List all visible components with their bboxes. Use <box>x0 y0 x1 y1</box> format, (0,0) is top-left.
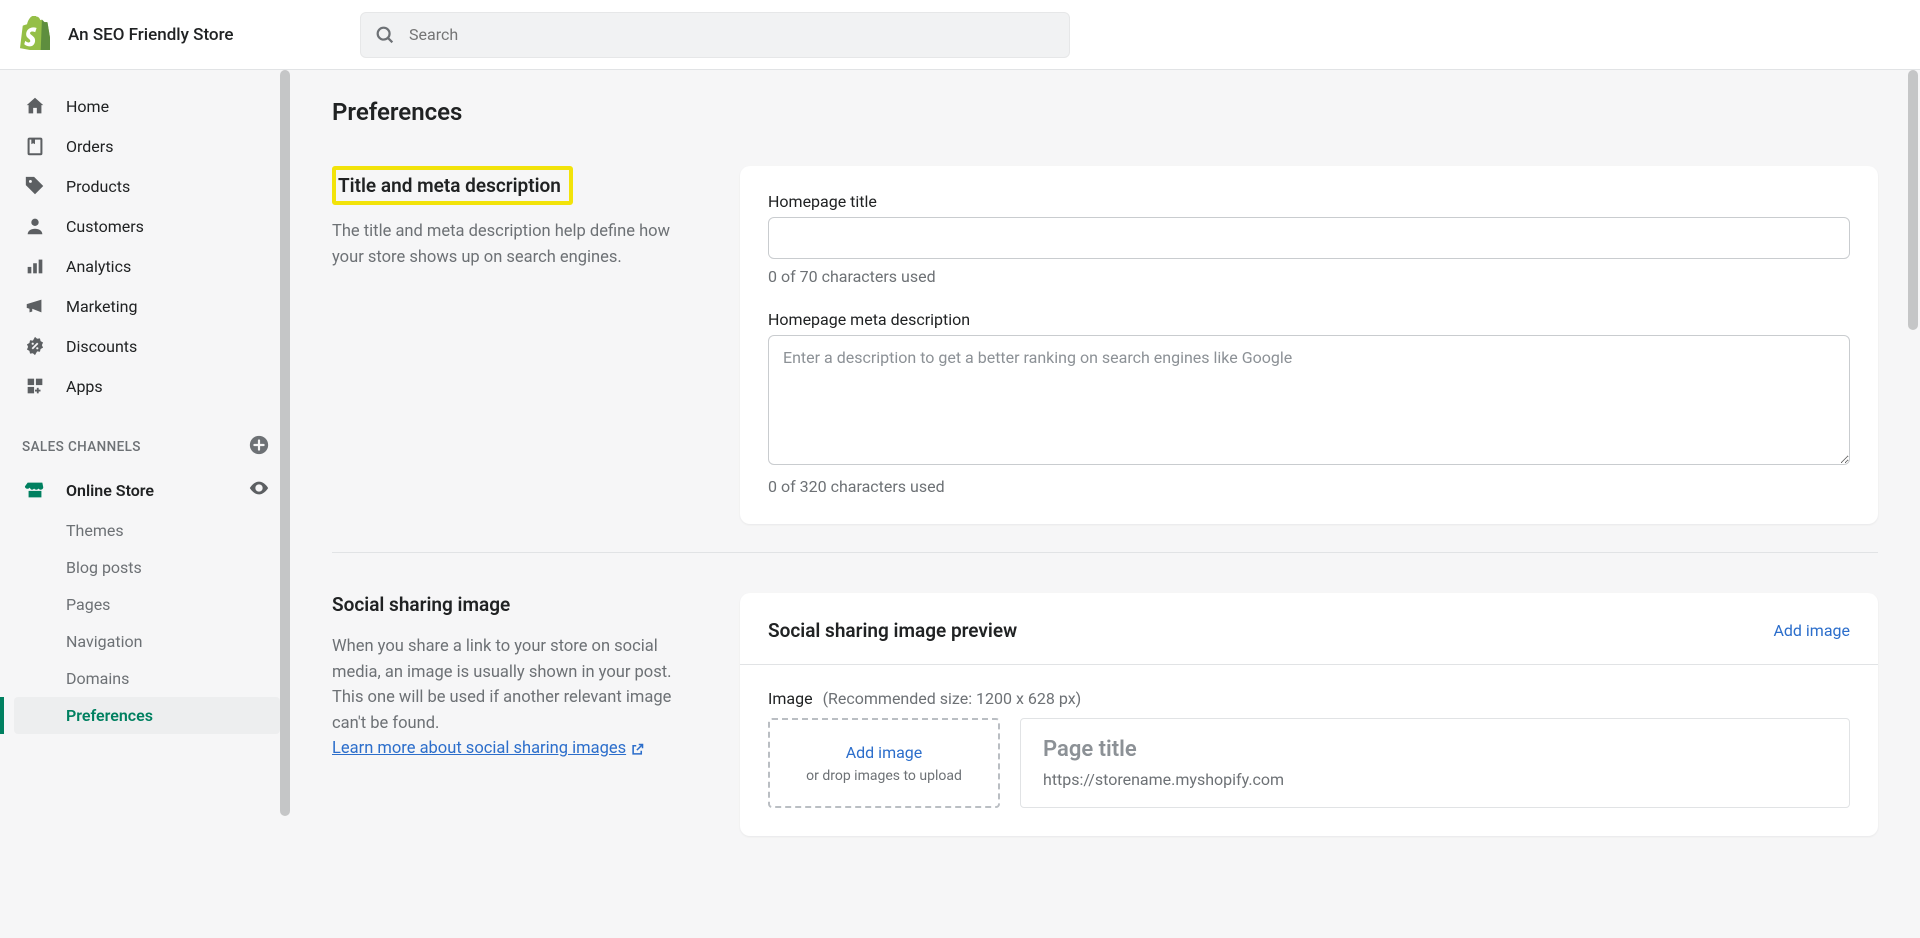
card-header-row: Social sharing image preview Add image <box>768 619 1850 642</box>
section-desc: The title and meta description help defi… <box>332 219 692 270</box>
image-dropzone[interactable]: Add image or drop images to upload <box>768 718 1000 808</box>
sidebar-item-label: Customers <box>66 217 144 236</box>
preview-url: https://storename.myshopify.com <box>1043 770 1827 789</box>
sidebar-item-label: Marketing <box>66 297 137 316</box>
sidebar-item-home[interactable]: Home <box>14 86 280 126</box>
dropzone-add-link: Add image <box>846 743 923 762</box>
learn-more-link[interactable]: Learn more about social sharing images <box>332 736 645 762</box>
sidebar-item-analytics[interactable]: Analytics <box>14 246 280 286</box>
image-label-row: Image (Recommended size: 1200 x 628 px) <box>768 689 1850 708</box>
sidebar-item-orders[interactable]: Orders <box>14 126 280 166</box>
apps-icon <box>24 375 46 397</box>
image-row: Add image or drop images to upload Page … <box>768 718 1850 808</box>
sidebar-item-pages[interactable]: Pages <box>14 586 280 623</box>
view-store-icon[interactable] <box>248 477 270 503</box>
sidebar-item-domains[interactable]: Domains <box>14 660 280 697</box>
sidebar-item-navigation[interactable]: Navigation <box>14 623 280 660</box>
social-preview-box: Page title https://storename.myshopify.c… <box>1020 718 1850 808</box>
section-heading-social: Social sharing image <box>332 593 692 616</box>
dropzone-sub-text: or drop images to upload <box>806 768 962 784</box>
section-left: Title and meta description The title and… <box>332 166 692 524</box>
sales-channels-header: SALES CHANNELS <box>14 406 280 468</box>
main-scrollbar[interactable] <box>1908 70 1918 938</box>
homepage-title-label: Homepage title <box>768 192 1850 211</box>
sidebar-item-label: Home <box>66 97 109 116</box>
sidebar-item-label: Products <box>66 177 130 196</box>
homepage-title-hint: 0 of 70 characters used <box>768 267 1850 286</box>
customers-icon <box>24 215 46 237</box>
page-title: Preferences <box>332 98 1878 126</box>
home-icon <box>24 95 46 117</box>
discounts-icon <box>24 335 46 357</box>
image-label: Image <box>768 689 813 708</box>
image-recommendation: (Recommended size: 1200 x 628 px) <box>823 689 1082 708</box>
desc-text: When you share a link to your store on s… <box>332 637 671 733</box>
sidebar-item-themes[interactable]: Themes <box>14 512 280 549</box>
search-wrap <box>360 12 1070 58</box>
sidebar-item-apps[interactable]: Apps <box>14 366 280 406</box>
card-divider <box>740 664 1878 665</box>
sidebar-item-customers[interactable]: Customers <box>14 206 280 246</box>
homepage-meta-textarea[interactable] <box>768 335 1850 465</box>
topbar: An SEO Friendly Store <box>0 0 1920 70</box>
homepage-title-input[interactable] <box>768 217 1850 259</box>
products-icon <box>24 175 46 197</box>
card-header: Social sharing image preview <box>768 619 1017 642</box>
sidebar-item-discounts[interactable]: Discounts <box>14 326 280 366</box>
section-left: Social sharing image When you share a li… <box>332 593 692 836</box>
marketing-icon <box>24 295 46 317</box>
sidebar-item-online-store[interactable]: Online Store <box>14 468 280 512</box>
section-desc-social: When you share a link to your store on s… <box>332 634 692 762</box>
homepage-meta-label: Homepage meta description <box>768 310 1850 329</box>
section-title-meta: Title and meta description The title and… <box>332 166 1878 524</box>
add-image-button[interactable]: Add image <box>1773 621 1850 640</box>
preview-title: Page title <box>1043 737 1827 762</box>
analytics-icon <box>24 255 46 277</box>
shopify-logo-icon <box>20 16 50 54</box>
main-content: Preferences Title and meta description T… <box>290 70 1920 938</box>
sidebar-item-blog-posts[interactable]: Blog posts <box>14 549 280 586</box>
store-name: An SEO Friendly Store <box>68 25 234 45</box>
sidebar-item-label: Discounts <box>66 337 137 356</box>
search-icon <box>374 24 396 50</box>
sidebar-item-marketing[interactable]: Marketing <box>14 286 280 326</box>
sidebar-item-label: Orders <box>66 137 113 156</box>
logo-wrap: An SEO Friendly Store <box>20 16 340 54</box>
sidebar-scrollbar[interactable] <box>280 70 290 938</box>
section-social-sharing: Social sharing image When you share a li… <box>332 593 1878 836</box>
homepage-meta-field: Homepage meta description 0 of 320 chara… <box>768 310 1850 496</box>
section-divider <box>332 552 1878 553</box>
sidebar-item-products[interactable]: Products <box>14 166 280 206</box>
online-store-icon <box>24 479 46 501</box>
sidebar-item-label: Online Store <box>66 481 154 500</box>
homepage-meta-hint: 0 of 320 characters used <box>768 477 1850 496</box>
section-heading-title-meta: Title and meta description <box>332 166 573 205</box>
sidebar: Home Orders Products Customers Analytics… <box>0 70 290 938</box>
search-input[interactable] <box>360 12 1070 58</box>
add-channel-icon[interactable] <box>248 434 270 460</box>
title-meta-card: Homepage title 0 of 70 characters used H… <box>740 166 1878 524</box>
section-header-label: SALES CHANNELS <box>22 439 141 455</box>
external-link-icon <box>630 742 645 757</box>
sidebar-item-label: Apps <box>66 377 103 396</box>
homepage-title-field: Homepage title 0 of 70 characters used <box>768 192 1850 286</box>
social-sharing-card: Social sharing image preview Add image I… <box>740 593 1878 836</box>
sidebar-item-label: Analytics <box>66 257 131 276</box>
orders-icon <box>24 135 46 157</box>
sidebar-item-preferences[interactable]: Preferences <box>14 697 280 734</box>
